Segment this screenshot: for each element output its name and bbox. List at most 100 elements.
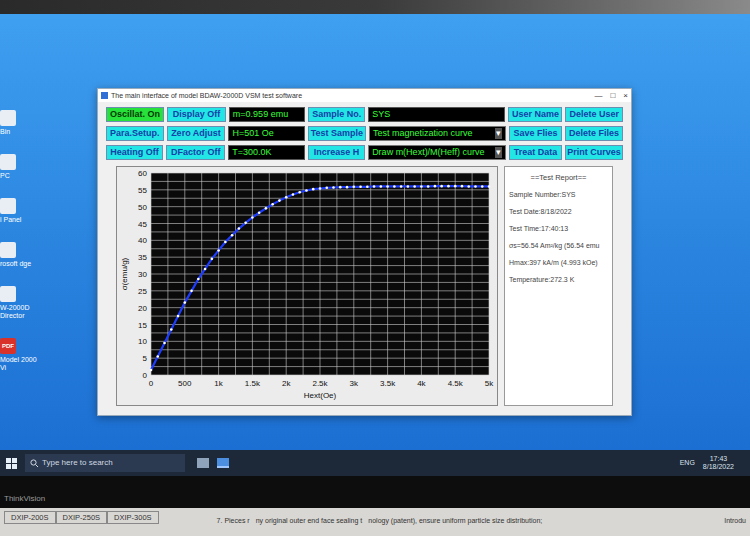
tool-button[interactable]: DFactor Off (166, 145, 225, 160)
text-fragment: nology (patent), ensure uniform particle… (368, 516, 542, 527)
x-tick: 4k (417, 379, 426, 388)
data-point (238, 227, 241, 230)
data-point (467, 185, 470, 188)
data-point (305, 189, 308, 192)
report-line: σs=56.54 Am²/kg (56.54 emu (509, 241, 608, 250)
data-point (292, 193, 295, 196)
dropdown-value: Test magnetization curve (373, 128, 473, 139)
tool-button[interactable]: Heating Off (106, 145, 163, 160)
grid-line (151, 231, 489, 232)
icon-label: PC (0, 172, 10, 180)
window-title: The main interface of model BDAW-2000D V… (111, 91, 302, 100)
data-point (197, 278, 200, 281)
tool-button[interactable]: Para.Setup. (106, 126, 164, 141)
tool-button[interactable]: Oscillat. On (106, 107, 164, 122)
x-tick: 3.5k (380, 379, 396, 388)
data-point (258, 211, 261, 214)
clock-time: 17:43 (710, 455, 728, 463)
app-icon (0, 198, 16, 214)
windows-logo-icon[interactable] (6, 458, 17, 469)
grid-line (151, 198, 489, 199)
data-point (380, 185, 383, 188)
window-control[interactable]: □ (610, 91, 615, 100)
data-point (244, 222, 247, 225)
y-tick: 45 (138, 220, 147, 229)
taskbar-app-icon[interactable] (217, 458, 229, 468)
grid-line (151, 257, 489, 258)
monitor-brand: ThinkVision (4, 493, 45, 505)
clock[interactable]: 17:438/18/2022 (703, 455, 744, 471)
report-line: Test Time:17:40:13 (509, 224, 608, 233)
data-point (251, 216, 254, 219)
data-point (413, 185, 416, 188)
text-fragment: 7. Pieces r (217, 516, 250, 527)
desktop-icon[interactable]: rosoft dge (0, 242, 40, 268)
y-tick: 10 (138, 337, 147, 346)
desktop-icon[interactable]: l Panel (0, 198, 40, 224)
test-report: ==Test Report==Sample Number:SYSTest Dat… (504, 166, 613, 406)
y-tick: 5 (143, 354, 148, 363)
data-point (427, 185, 430, 188)
language-indicator[interactable]: ENG (680, 458, 695, 469)
tool-button[interactable]: Increase H (308, 145, 365, 160)
grid-line (151, 206, 489, 207)
x-axis-label: Hext(Oe) (304, 391, 337, 400)
grid-line (151, 358, 489, 359)
search-placeholder: Type here to search (42, 457, 113, 469)
data-point (211, 258, 214, 261)
tool-button[interactable]: Test Sample (308, 126, 366, 141)
tool-button[interactable]: Sample No. (308, 107, 365, 122)
grid-line (151, 290, 489, 291)
desktop-icon[interactable]: Bin (0, 110, 40, 136)
data-point (386, 185, 389, 188)
taskbar-app-icon[interactable] (197, 458, 209, 468)
data-point (224, 241, 227, 244)
search-box[interactable]: Type here to search (25, 454, 185, 472)
app-icon (101, 92, 108, 99)
main-area: 05101520253035404550556005001k1.5k2k2.5k… (98, 160, 631, 406)
tool-button[interactable]: Save Flies (509, 126, 562, 141)
grid-line (151, 282, 489, 283)
data-point (440, 185, 443, 188)
tool-button[interactable]: Display Off (167, 107, 226, 122)
grid-line (151, 215, 489, 216)
x-tick: 1k (214, 379, 223, 388)
icon-label: W-2000D Director (0, 304, 40, 320)
x-tick: 1.5k (245, 379, 261, 388)
data-point (265, 207, 268, 210)
value-field: m=0.959 emu (229, 107, 305, 122)
data-point (461, 185, 464, 188)
desktop-icon[interactable]: PC (0, 154, 40, 180)
tool-button[interactable]: Print Curves (565, 145, 623, 160)
data-point (434, 185, 437, 188)
toolbar-row: Heating OffDFactor OffT=300.0KIncrease H… (106, 145, 623, 160)
grid-line (151, 223, 489, 224)
data-point (488, 185, 491, 188)
desktop-icons: Bin PC l Panel rosoft dge W-2000D Director PD… (0, 14, 40, 372)
y-tick: 40 (138, 236, 147, 245)
tool-button[interactable]: Delete Files (565, 126, 623, 141)
grid-line (151, 181, 489, 182)
y-tick: 55 (138, 186, 147, 195)
dropdown-arrow-icon: ▾ (495, 128, 502, 139)
desktop-icon[interactable]: W-2000D Director (0, 286, 40, 320)
data-point (184, 301, 187, 304)
data-point (407, 185, 410, 188)
window-control[interactable]: — (594, 91, 602, 100)
tool-button[interactable]: Zero Adjust (167, 126, 226, 141)
x-tick: 2k (282, 379, 291, 388)
data-point (359, 186, 362, 189)
mode-dropdown[interactable]: Draw m(Hext)/M(Heff) curve▾ (368, 145, 506, 160)
data-point (312, 188, 315, 191)
value-field: SYS (368, 107, 505, 122)
window-control[interactable]: × (623, 91, 628, 100)
desktop-icon[interactable]: PDFModel 2000 Vi (0, 338, 40, 372)
data-point (366, 186, 369, 189)
table-cell: DXIP-200S (4, 511, 56, 524)
app-icon: PDF (0, 338, 16, 354)
value-field: T=300.0K (228, 145, 305, 160)
tool-button[interactable]: Treat Data (509, 145, 562, 160)
tool-button[interactable]: Delete User (565, 107, 623, 122)
tool-button[interactable]: User Name (508, 107, 562, 122)
mode-dropdown[interactable]: Test magnetization curve ▾ (369, 126, 506, 141)
